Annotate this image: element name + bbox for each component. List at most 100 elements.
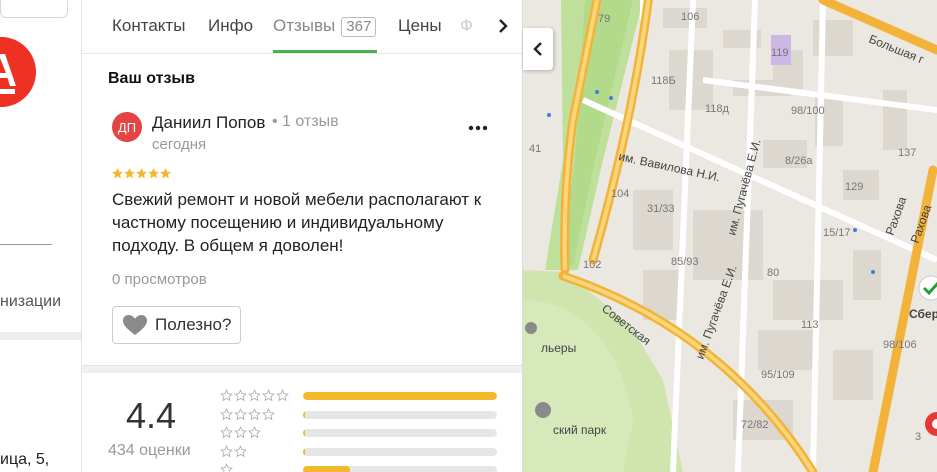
helpful-label: Полезно? [155, 315, 232, 334]
star-icon [234, 407, 247, 420]
avatar[interactable]: ДП [112, 112, 142, 142]
rating-bar-track [303, 392, 497, 400]
star-icon [234, 444, 247, 457]
house-number-label: 31/33 [647, 203, 675, 215]
house-number-label: 118д [705, 103, 730, 115]
house-number-label: 79 [598, 13, 610, 25]
section-separator [82, 365, 522, 373]
rating-bar-stars [220, 444, 247, 458]
review-author-name[interactable]: Даниил Попов [152, 113, 265, 133]
divider [0, 244, 52, 245]
tab-reviews[interactable]: Отзывы 367 [273, 16, 377, 37]
rating-bar-fill [303, 410, 305, 419]
park-icon [535, 402, 551, 418]
rating-bar-fill [303, 429, 305, 437]
rating-bar-track [303, 410, 497, 419]
rating-count: 434 оценки [108, 442, 191, 459]
house-number-label: 119 [771, 47, 789, 59]
org-card-left-strip: низации ица, 5, [0, 0, 82, 472]
tab-info[interactable]: Инфо [208, 16, 253, 36]
chevron-left-icon [533, 42, 542, 56]
place-icon [525, 322, 537, 334]
area-label: льеры [541, 341, 576, 355]
section-separator [0, 332, 81, 340]
star-icon [248, 407, 261, 420]
star-icon [148, 168, 159, 179]
house-number-label: 118Б [651, 75, 676, 87]
tab-contacts[interactable]: Контакты [112, 16, 185, 36]
org-text-fragment: низации [0, 293, 62, 310]
rating-bar-stars [220, 426, 261, 439]
star-icon [220, 426, 233, 439]
rating-value: 4.4 [126, 395, 177, 436]
review-star-rating [112, 168, 171, 179]
alfa-logo-icon [0, 37, 36, 107]
star-icon [220, 407, 233, 420]
house-number-label: 129 [845, 181, 863, 193]
house-number-label: 106 [681, 11, 699, 23]
house-number-label: 72/82 [741, 419, 769, 431]
star-icon [262, 389, 275, 402]
star-icon [234, 426, 247, 439]
park-label: ский парк [553, 423, 607, 437]
review-views: 0 просмотров [112, 271, 207, 288]
house-number-label: 102 [583, 259, 601, 271]
map-canvas[interactable]: им. Вавилова Н.И. Советская им. Пугачёва… [523, 0, 937, 472]
map-view[interactable]: им. Вавилова Н.И. Советская им. Пугачёва… [523, 0, 937, 472]
house-number-label: 98/106 [883, 339, 917, 351]
address-text-fragment: ица, 5, [0, 451, 50, 468]
house-number-label: 41 [529, 143, 541, 155]
more-dots-icon [468, 125, 488, 131]
house-number-label: 137 [898, 147, 916, 159]
star-icon [220, 389, 233, 402]
house-number-label: 3 [915, 431, 921, 443]
star-icon [276, 389, 289, 402]
house-number-label: 15/17 [823, 227, 851, 239]
house-number-label: 85/93 [671, 256, 699, 268]
house-number-label: 95/109 [761, 369, 795, 381]
star-icon [112, 168, 123, 179]
active-tab-indicator [273, 50, 377, 53]
star-icon [234, 389, 247, 402]
reviews-panel: Контакты Инфо Отзывы 367 Цены Ф Ваш отзыв… [82, 0, 523, 472]
top-tab-fragment [0, 0, 68, 18]
rating-bar-track [303, 447, 497, 456]
tabs-next-button[interactable] [486, 8, 520, 44]
tab-prices[interactable]: Цены [398, 16, 442, 36]
rating-bar-track [303, 429, 497, 437]
rating-bar-fill [303, 466, 350, 472]
rating-bar-fill [303, 447, 305, 456]
house-number-label: 98/100 [791, 105, 825, 117]
star-icon [136, 168, 147, 179]
helpful-button[interactable]: Полезно? [112, 306, 241, 344]
reviews-count-badge: 367 [341, 17, 377, 37]
review-date: сегодня [152, 136, 207, 153]
star-icon [220, 463, 233, 472]
rating-bar-stars [220, 407, 275, 421]
house-number-label: 8/26а [785, 155, 813, 167]
star-icon [160, 168, 171, 179]
rating-bar-track [303, 466, 497, 472]
more-options-button[interactable] [464, 118, 492, 138]
star-icon [248, 426, 261, 439]
tab-reviews-label: Отзывы [273, 16, 336, 35]
your-review-heading: Ваш отзыв [108, 70, 195, 87]
collapse-panel-button[interactable] [523, 28, 553, 70]
review-author-meta: • 1 отзыв [272, 113, 339, 130]
house-number-label: 113 [801, 319, 819, 331]
star-icon [220, 444, 233, 457]
chevron-right-icon [499, 19, 508, 33]
rating-bar-stars [220, 463, 233, 472]
house-number-label: 80 [767, 267, 779, 279]
house-number-label: 104 [611, 188, 629, 200]
review-text: Свежий ремонт и новой мебели располагают… [112, 190, 482, 255]
tab-next-partial[interactable]: Ф [460, 16, 473, 36]
rating-bar-fill [303, 392, 497, 400]
tab-bar: Контакты Инфо Отзывы 367 Цены Ф [82, 0, 522, 54]
rating-bar-stars [220, 389, 289, 402]
star-icon [248, 389, 261, 402]
star-icon [262, 407, 275, 420]
heart-icon [123, 315, 147, 335]
bank-label: Сбер [909, 307, 937, 321]
star-icon [124, 168, 135, 179]
